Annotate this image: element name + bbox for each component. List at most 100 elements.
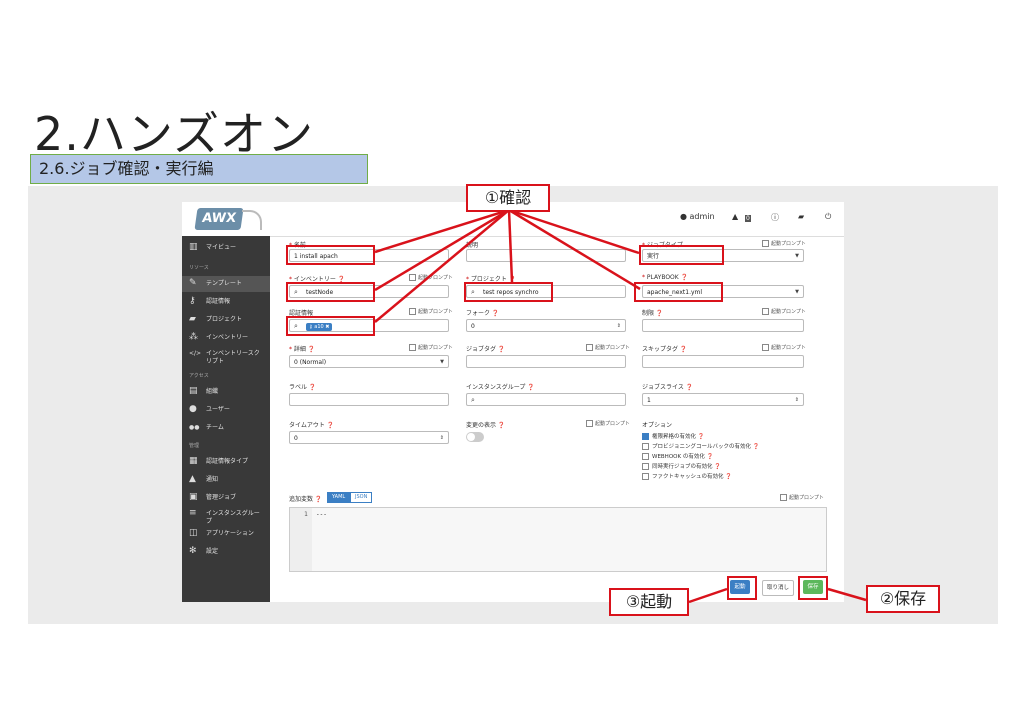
sidebar-item-applications[interactable]: ◫ アプリケーション	[182, 526, 270, 542]
timeout-label: タイムアウト ❓	[289, 422, 335, 429]
instance-groups-lookup[interactable]: ⌕	[466, 393, 626, 406]
credential-prompt-checkbox[interactable]: 起動プロンプト	[409, 308, 453, 315]
chevron-down-icon: ▼	[795, 253, 799, 259]
job-tags-label: ジョブタグ ❓	[466, 346, 506, 353]
sidebar-item-projects[interactable]: ▰ プロジェクト	[182, 312, 270, 328]
highlight-inventory	[286, 282, 375, 302]
verbosity-select[interactable]: 0 (Normal) ▼	[289, 355, 449, 368]
verbosity-label: * 詳細 ❓	[289, 346, 316, 353]
job-slicing-label: ジョブスライス ❓	[642, 384, 694, 391]
option-webhook[interactable]: WEBHOOK の有効化 ❓	[642, 452, 713, 460]
pencil-icon: ✎	[189, 278, 197, 288]
sidebar-item-inventory-scripts[interactable]: </> インベントリースク リプト	[182, 346, 270, 368]
callout-confirm: ①確認	[466, 184, 550, 212]
sidebar-item-credential-types[interactable]: ▦ 認証情報タイプ	[182, 454, 270, 470]
sidebar-item-notifications[interactable]: ▲ 通知	[182, 472, 270, 488]
skip-tags-input[interactable]	[642, 355, 804, 368]
verbosity-prompt-checkbox[interactable]: 起動プロンプト	[409, 344, 453, 351]
job-tags-prompt-checkbox[interactable]: 起動プロンプト	[586, 344, 630, 351]
info-icon[interactable]: ⓘ	[771, 212, 779, 223]
key-icon: ⚷	[189, 296, 196, 306]
job-slicing-input[interactable]: 1 ⇕	[642, 393, 804, 406]
highlight-job-type	[639, 245, 724, 265]
folder-icon: ▰	[189, 314, 196, 324]
inventory-prompt-checkbox[interactable]: 起動プロンプト	[409, 274, 453, 281]
user-menu[interactable]: ● admin	[680, 212, 715, 221]
option-provisioning-callback[interactable]: プロビジョニングコールバックの有効化 ❓	[642, 442, 760, 450]
options-label: オプション	[642, 422, 673, 429]
skip-tags-label: スキップタグ ❓	[642, 346, 688, 353]
tab-yaml[interactable]: YAML	[327, 492, 351, 503]
tab-json[interactable]: JSON	[350, 492, 373, 503]
option-privilege-escalation[interactable]: 権限昇格の有効化 ❓	[642, 432, 705, 440]
power-icon[interactable]: ⏻	[825, 212, 831, 222]
code-text[interactable]: ---	[316, 511, 327, 518]
sidebar-item-my-view[interactable]: ▥ マイビュー	[182, 240, 270, 256]
sidebar-item-instance-groups[interactable]: ≡ インスタンスグループ	[182, 506, 270, 528]
code-icon: </>	[189, 350, 202, 357]
playbook-label: * PLAYBOOK ❓	[642, 274, 689, 281]
description-input[interactable]	[466, 249, 626, 262]
sidebar-item-teams[interactable]: ●● チーム	[182, 420, 270, 436]
sitemap-icon: ⁂	[189, 332, 198, 342]
option-concurrent-jobs[interactable]: 同時実行ジョブの有効化 ❓	[642, 462, 721, 470]
labels-input[interactable]	[289, 393, 449, 406]
awx-logo[interactable]: AWX	[182, 202, 270, 236]
spinner-icon: ⇕	[439, 435, 444, 441]
slide-subtitle: 2.6.ジョブ確認・実行編	[30, 154, 368, 184]
highlight-project	[464, 282, 553, 302]
cancel-button[interactable]: 取り消し	[762, 580, 794, 596]
sidebar-item-users[interactable]: ● ユーザー	[182, 402, 270, 418]
skip-tags-prompt-checkbox[interactable]: 起動プロンプト	[762, 344, 806, 351]
highlight-launch	[727, 576, 757, 600]
sidebar-item-management-jobs[interactable]: ▣ 管理ジョブ	[182, 490, 270, 506]
notification-badge: 0	[745, 215, 751, 222]
show-changes-toggle[interactable]	[466, 432, 484, 442]
limit-prompt-checkbox[interactable]: 起動プロンプト	[762, 308, 806, 315]
job-tags-input[interactable]	[466, 355, 626, 368]
user-icon: ●	[189, 404, 197, 414]
extra-vars-editor[interactable]: 1 ---	[289, 507, 827, 572]
briefcase-icon: ▣	[189, 492, 198, 502]
gear-icon: ✻	[189, 546, 197, 556]
forks-input[interactable]: 0 ⇕	[466, 319, 626, 332]
search-icon: ⌕	[471, 396, 475, 404]
user-icon: ●	[680, 212, 687, 221]
extra-vars-label: 追加変数 ❓	[289, 496, 323, 503]
sidebar: ▥ マイビュー リソース ✎ テンプレート ⚷ 認証情報 ▰ プロジェクト ⁂ インベント…	[182, 202, 270, 602]
server-icon: ≡	[189, 508, 197, 518]
limit-input[interactable]	[642, 319, 804, 332]
option-fact-cache[interactable]: ファクトキャッシュの有効化 ❓	[642, 472, 732, 480]
sidebar-item-inventories[interactable]: ⁂ インベントリー	[182, 330, 270, 346]
layout-icon: ▥	[189, 242, 198, 252]
show-changes-label: 変更の表示 ❓	[466, 422, 506, 429]
job-type-prompt-checkbox[interactable]: 起動プロンプト	[762, 240, 806, 247]
highlight-name	[286, 245, 375, 265]
limit-label: 制限 ❓	[642, 310, 664, 317]
line-number: 1	[290, 508, 312, 571]
show-changes-prompt-checkbox[interactable]: 起動プロンプト	[586, 420, 630, 427]
book-icon[interactable]: ▰	[798, 212, 804, 221]
bell-icon: ▲	[189, 474, 196, 484]
sidebar-section-admin: 管理	[189, 443, 200, 449]
sidebar-section-access: アクセス	[189, 373, 209, 379]
callout-launch: ③起動	[609, 588, 689, 616]
extra-vars-prompt-checkbox[interactable]: 起動プロンプト	[780, 494, 824, 501]
forks-label: フォーク ❓	[466, 310, 500, 317]
list-icon: ▦	[189, 456, 198, 466]
instance-groups-label: インスタンスグループ ❓	[466, 384, 535, 391]
description-label: 説明	[466, 242, 479, 249]
sidebar-item-organizations[interactable]: ▤ 組織	[182, 384, 270, 400]
labels-label: ラベル ❓	[289, 384, 317, 391]
bell-icon[interactable]: ▲	[732, 212, 738, 221]
top-bar: ● admin ▲ 0 ⓘ ▰ ⏻	[270, 202, 844, 237]
sidebar-section-resources: リソース	[189, 265, 209, 271]
sidebar-item-credentials[interactable]: ⚷ 認証情報	[182, 294, 270, 310]
timeout-input[interactable]: 0 ⇕	[289, 431, 449, 444]
callout-save: ②保存	[866, 585, 940, 613]
spinner-icon: ⇕	[794, 397, 799, 403]
sidebar-item-templates[interactable]: ✎ テンプレート	[182, 276, 270, 292]
window-icon: ◫	[189, 528, 198, 538]
highlight-save	[798, 576, 828, 600]
sidebar-item-settings[interactable]: ✻ 設定	[182, 544, 270, 560]
